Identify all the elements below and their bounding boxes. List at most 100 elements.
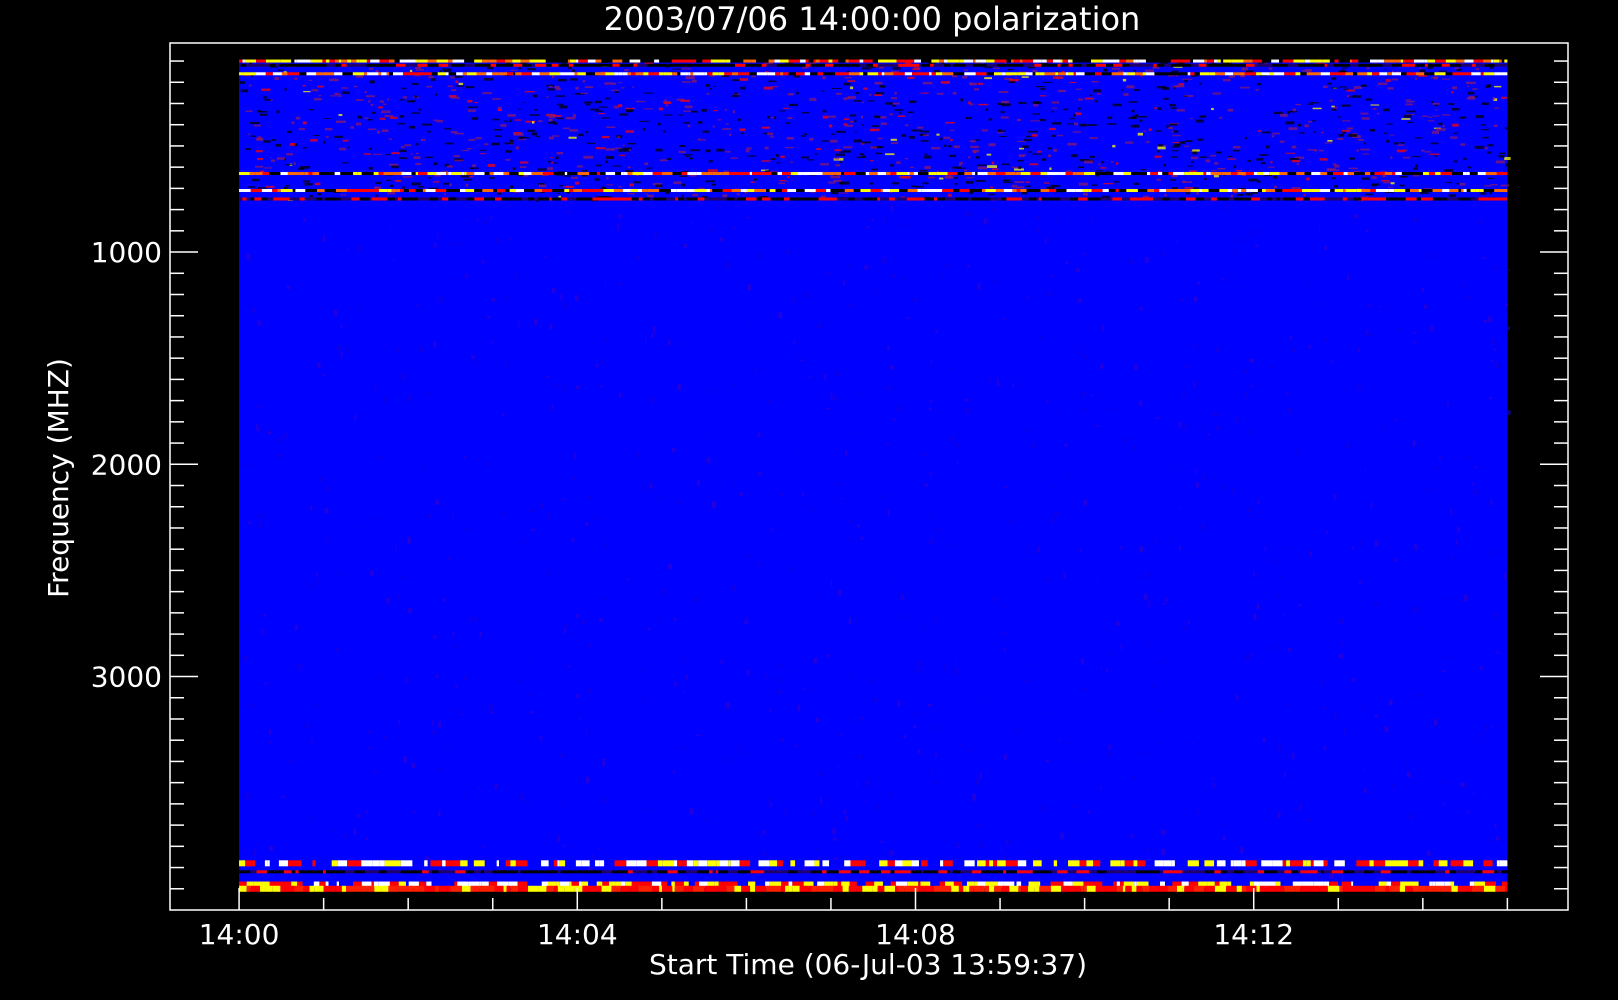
noise-speck xyxy=(999,136,1007,138)
dark-band xyxy=(766,63,777,67)
noise-speck xyxy=(1084,160,1093,164)
dark-band xyxy=(551,197,562,201)
bright-band xyxy=(905,59,915,63)
bright-band xyxy=(987,172,997,176)
dark-band xyxy=(1185,197,1196,201)
noise-speck xyxy=(1365,98,1373,101)
noise-speck xyxy=(1442,598,1447,601)
noise-speck xyxy=(879,84,886,88)
noise-speck xyxy=(486,315,491,319)
bright-band xyxy=(446,172,449,176)
noise-speck xyxy=(1356,384,1361,390)
noise-speck xyxy=(1111,652,1114,656)
noise-speck xyxy=(1491,359,1494,362)
noise-speck xyxy=(768,399,771,404)
dark-band xyxy=(1506,63,1508,67)
bright-band xyxy=(702,59,711,63)
bright-band xyxy=(1306,72,1314,76)
dark-band xyxy=(1367,870,1374,874)
noise-speck xyxy=(871,125,880,127)
bright-band xyxy=(446,189,454,193)
noise-speck xyxy=(470,355,475,360)
noise-speck xyxy=(1092,217,1094,221)
bright-band xyxy=(1083,172,1096,176)
noise-speck xyxy=(1250,385,1253,388)
bright-band xyxy=(1370,172,1375,176)
bright-band xyxy=(294,59,297,63)
dark-band xyxy=(794,63,806,67)
noise-speck xyxy=(1051,101,1060,104)
bright-band xyxy=(825,885,834,892)
dark-band xyxy=(724,63,731,67)
dark-band xyxy=(1260,870,1265,874)
noise-speck xyxy=(1070,154,1078,158)
bright-band xyxy=(1231,59,1244,63)
dark-band xyxy=(1001,197,1007,201)
bright-band xyxy=(658,72,664,76)
bright-band xyxy=(1154,72,1158,76)
noise-speck xyxy=(1241,67,1249,71)
bright-band xyxy=(796,189,805,193)
bright-band xyxy=(387,189,392,193)
dark-band xyxy=(561,197,568,201)
bright-band xyxy=(830,172,835,176)
bright-band xyxy=(712,172,723,176)
bright-band xyxy=(785,885,789,892)
noise-speck xyxy=(551,135,560,137)
noise-speck xyxy=(286,130,292,134)
bright-band xyxy=(1110,860,1121,867)
bright-band xyxy=(1138,59,1146,63)
noise-speck xyxy=(1103,182,1114,185)
noise-speck xyxy=(890,202,893,210)
noise-speck xyxy=(746,155,756,157)
dark-band xyxy=(632,870,643,874)
noise-speck xyxy=(672,68,682,70)
dark-band xyxy=(1039,870,1050,874)
dark-band xyxy=(1402,63,1412,67)
dark-band xyxy=(1216,197,1229,201)
noise-speck xyxy=(1097,163,1102,165)
noise-speck xyxy=(1360,112,1369,115)
noise-speck xyxy=(681,745,684,751)
bright-band xyxy=(1246,189,1250,193)
dark-band xyxy=(686,197,693,201)
noise-speck xyxy=(702,130,710,133)
dark-band xyxy=(1118,63,1123,67)
noise-speck xyxy=(800,135,806,137)
noise-speck xyxy=(802,688,807,690)
noise-speck xyxy=(311,89,319,92)
bright-band xyxy=(1093,860,1101,867)
noise-speck xyxy=(276,157,285,160)
noise-speck xyxy=(1054,219,1058,223)
bright-band xyxy=(813,59,816,63)
noise-speck xyxy=(1046,400,1049,403)
bright-band xyxy=(759,172,763,176)
bright-band xyxy=(1168,172,1174,176)
bright-band xyxy=(1469,172,1478,176)
dark-band xyxy=(291,870,296,874)
dark-band xyxy=(1236,63,1244,67)
dark-band xyxy=(558,63,569,67)
dark-band xyxy=(1043,63,1051,67)
bright-band xyxy=(1330,189,1335,193)
noise-speck xyxy=(548,122,558,124)
bright-band xyxy=(887,860,895,867)
dark-band xyxy=(997,63,1002,67)
noise-speck xyxy=(1016,118,1022,122)
bright-band xyxy=(964,172,969,176)
bright-band xyxy=(1499,59,1502,63)
bright-band xyxy=(394,59,400,63)
noise-speck xyxy=(1000,604,1004,608)
noise-speck xyxy=(505,295,508,300)
dark-band xyxy=(1170,63,1181,67)
bright-band xyxy=(1226,885,1234,892)
noise-speck xyxy=(1407,121,1414,124)
noise-speck xyxy=(1405,99,1412,101)
dark-band xyxy=(965,63,973,67)
dark-band xyxy=(1153,197,1163,201)
noise-speck xyxy=(920,452,925,457)
dark-band xyxy=(1198,63,1207,67)
noise-speck xyxy=(1089,155,1095,158)
noise-speck xyxy=(1078,351,1082,353)
noise-speck xyxy=(1171,70,1179,73)
